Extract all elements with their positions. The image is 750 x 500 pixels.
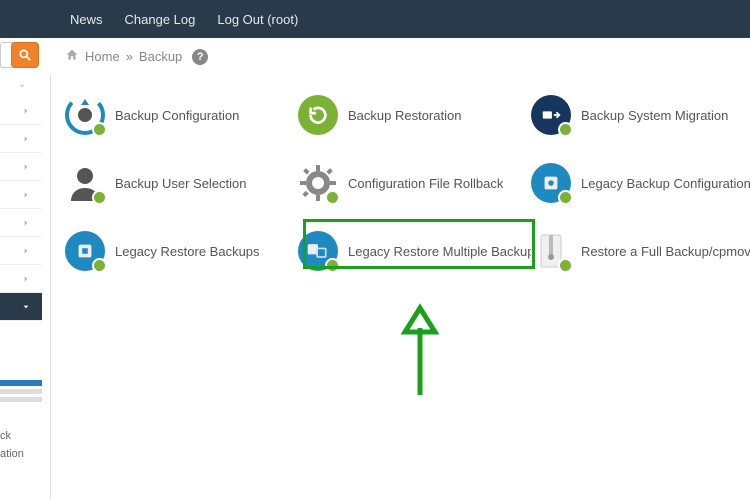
breadcrumb: Home » Backup ? [65,48,208,65]
tile-legacy-backup-configuration[interactable]: Legacy Backup Configuration [531,163,750,203]
tile-config-file-rollback[interactable]: Configuration File Rollback [298,163,531,203]
home-icon [65,48,79,65]
tile-label: Legacy Restore Multiple Backups [348,244,531,259]
sidebar-item[interactable] [0,209,42,237]
sidebar-item[interactable] [0,125,42,153]
feature-grid: Backup Configuration Backup Restoration … [65,95,736,271]
topbar: News Change Log Log Out (root) [0,0,750,38]
help-icon[interactable]: ? [192,49,208,65]
legacy-config-icon [531,163,571,203]
search-button[interactable] [11,42,39,68]
tile-backup-configuration[interactable]: Backup Configuration [65,95,298,135]
zip-icon [531,231,571,271]
search-icon [18,48,32,62]
legacy-restore-icon [65,231,105,271]
sidebar-item[interactable] [0,265,42,293]
caret-right-icon [22,191,30,199]
caret-right-icon [22,219,30,227]
tile-label: Backup Configuration [115,108,239,123]
tile-label: Configuration File Rollback [348,176,503,191]
tile-label: Legacy Restore Backups [115,244,260,259]
sidebar-item[interactable] [0,97,42,125]
caret-right-icon [22,107,30,115]
chevron-down-icon [16,80,28,92]
caret-right-icon [22,163,30,171]
sidebar-progress [0,380,42,405]
caret-right-icon [22,135,30,143]
restore-icon [298,95,338,135]
tile-legacy-restore-multiple-backups[interactable]: Legacy Restore Multiple Backups [298,231,531,271]
breadcrumb-separator: » [126,49,133,64]
sidebar-item-active[interactable] [0,293,42,321]
breadcrumb-current: Backup [139,49,182,64]
caret-down-icon [22,303,30,311]
tile-backup-system-migration[interactable]: Backup System Migration [531,95,750,135]
nav-logout[interactable]: Log Out (root) [217,12,298,27]
caret-right-icon [22,247,30,255]
tile-restore-full-backup[interactable]: Restore a Full Backup/cpmove [531,231,750,271]
tile-backup-restoration[interactable]: Backup Restoration [298,95,531,135]
gear-icon [298,163,338,203]
backup-config-icon [65,95,105,135]
caret-right-icon [22,275,30,283]
sidebar-collapse-toggle[interactable] [0,75,36,97]
nav-news[interactable]: News [70,12,103,27]
sidebar-item[interactable] [0,153,42,181]
legacy-restore-multi-icon [298,231,338,271]
migration-icon [531,95,571,135]
content-area: Backup Configuration Backup Restoration … [50,75,750,500]
sidebar-truncated-labels: ck ation [0,428,24,463]
tile-label: Legacy Backup Configuration [581,176,750,191]
tile-label: Backup Restoration [348,108,461,123]
tile-legacy-restore-backups[interactable]: Legacy Restore Backups [65,231,298,271]
user-icon [65,163,105,203]
sidebar-item[interactable] [0,181,42,209]
sidebar [0,75,42,321]
tile-backup-user-selection[interactable]: Backup User Selection [65,163,298,203]
nav-changelog[interactable]: Change Log [125,12,196,27]
tile-label: Backup User Selection [115,176,247,191]
search-bar [0,42,39,68]
tile-label: Backup System Migration [581,108,728,123]
tile-label: Restore a Full Backup/cpmove [581,244,750,259]
sidebar-item[interactable] [0,237,42,265]
breadcrumb-home[interactable]: Home [85,49,120,64]
